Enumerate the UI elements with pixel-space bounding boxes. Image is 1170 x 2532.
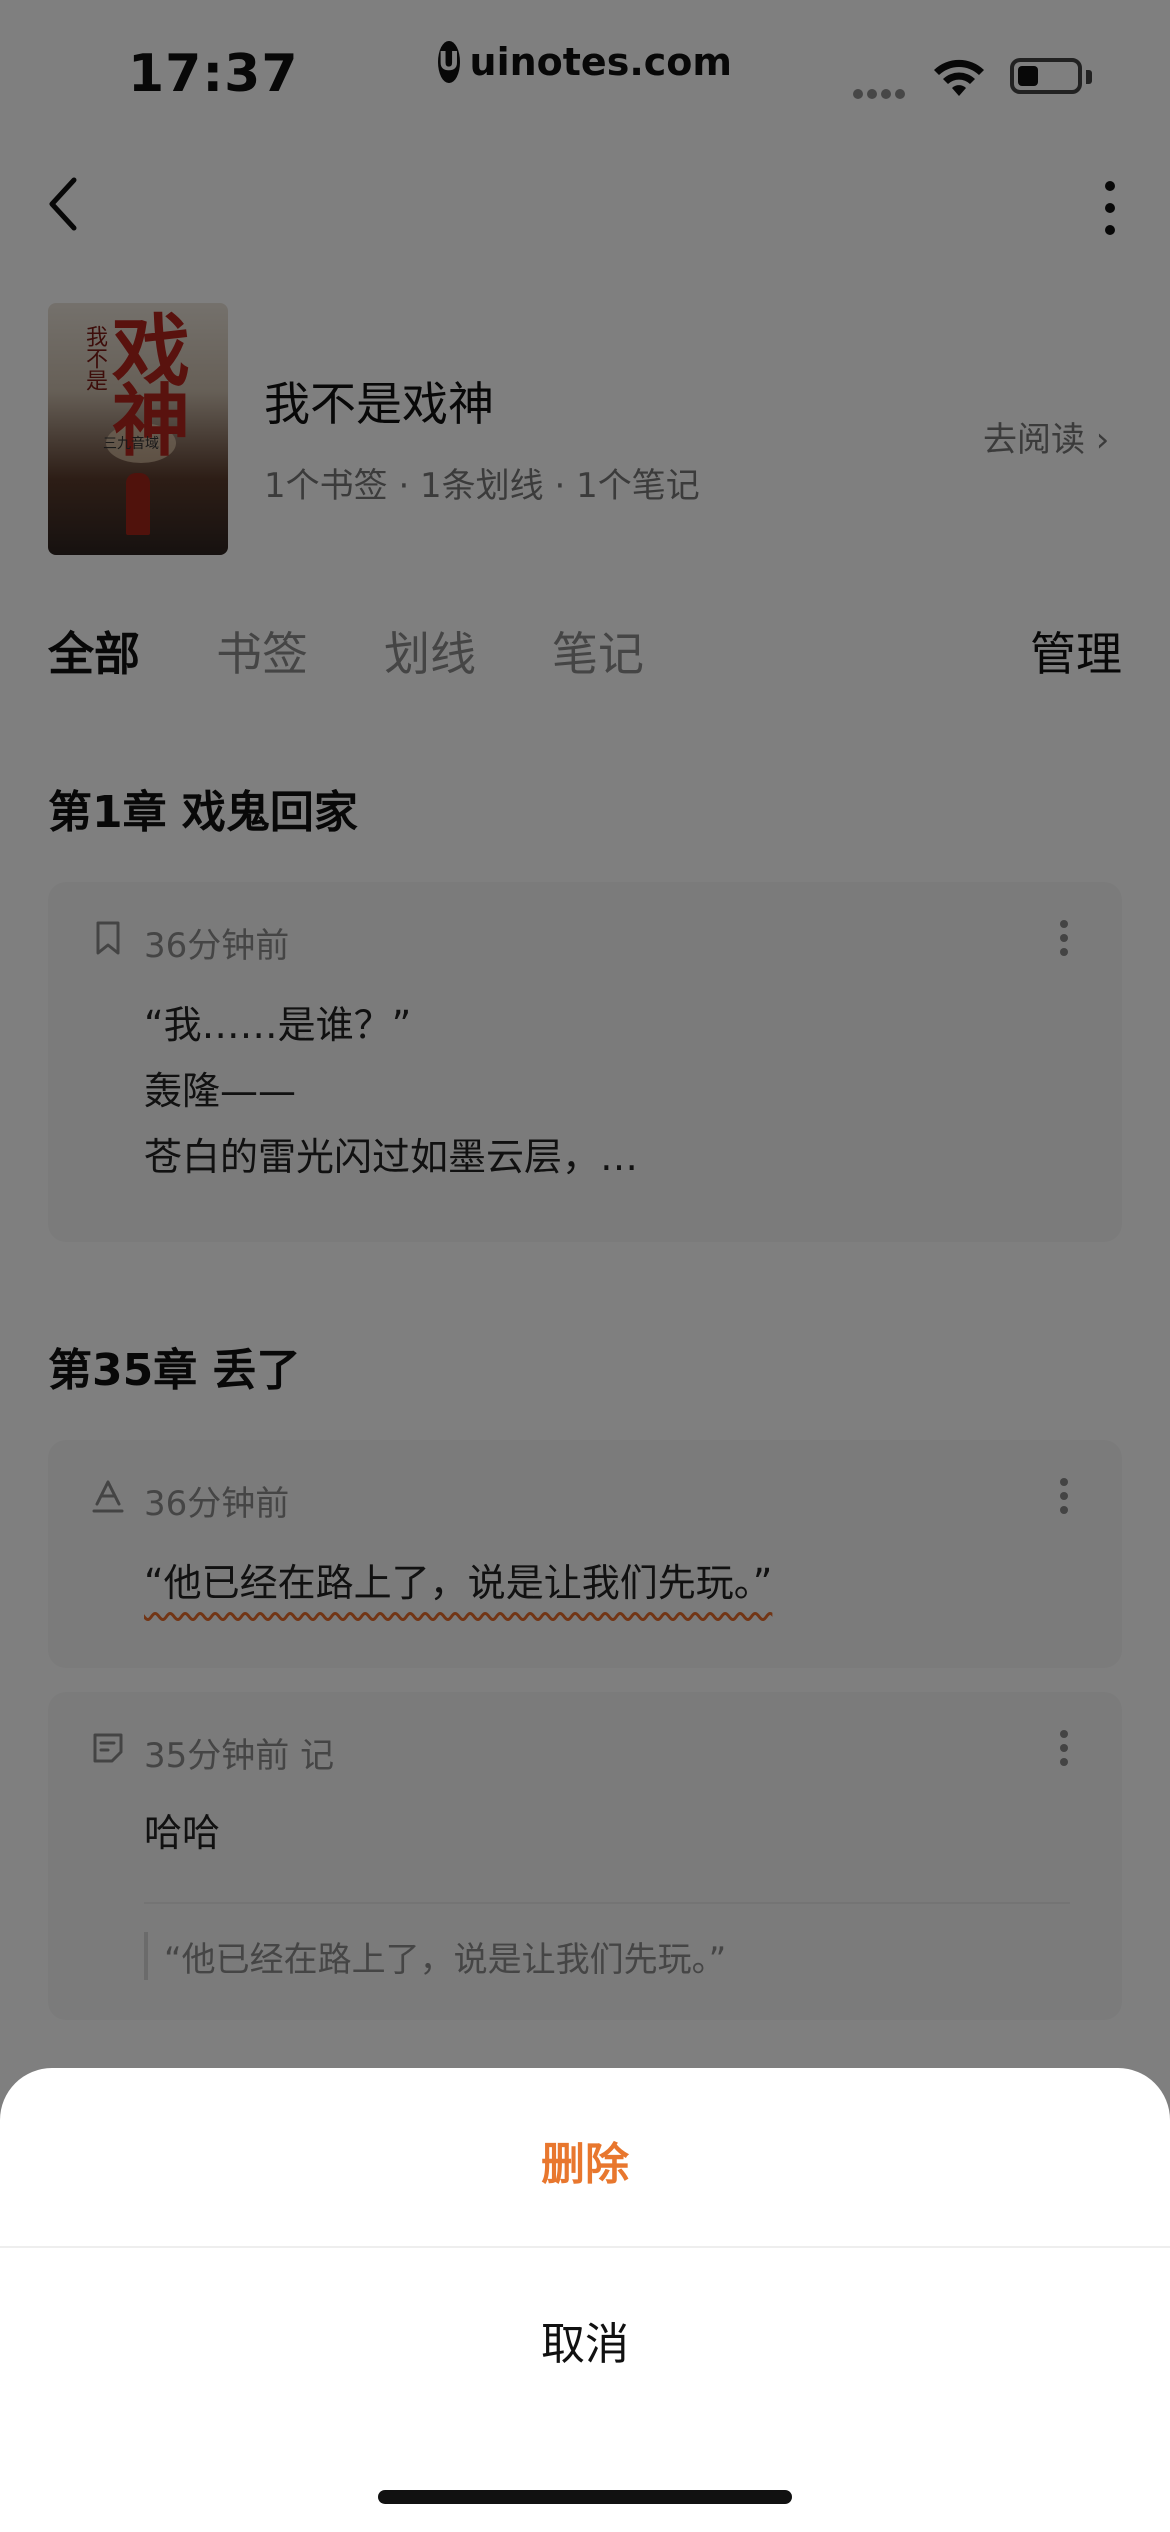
sheet-divider bbox=[0, 2246, 1170, 2248]
home-indicator[interactable] bbox=[378, 2490, 792, 2504]
cancel-button[interactable]: 取消 bbox=[0, 2308, 1170, 2372]
delete-button[interactable]: 删除 bbox=[0, 2128, 1170, 2192]
action-sheet: 删除 取消 bbox=[0, 2068, 1170, 2532]
